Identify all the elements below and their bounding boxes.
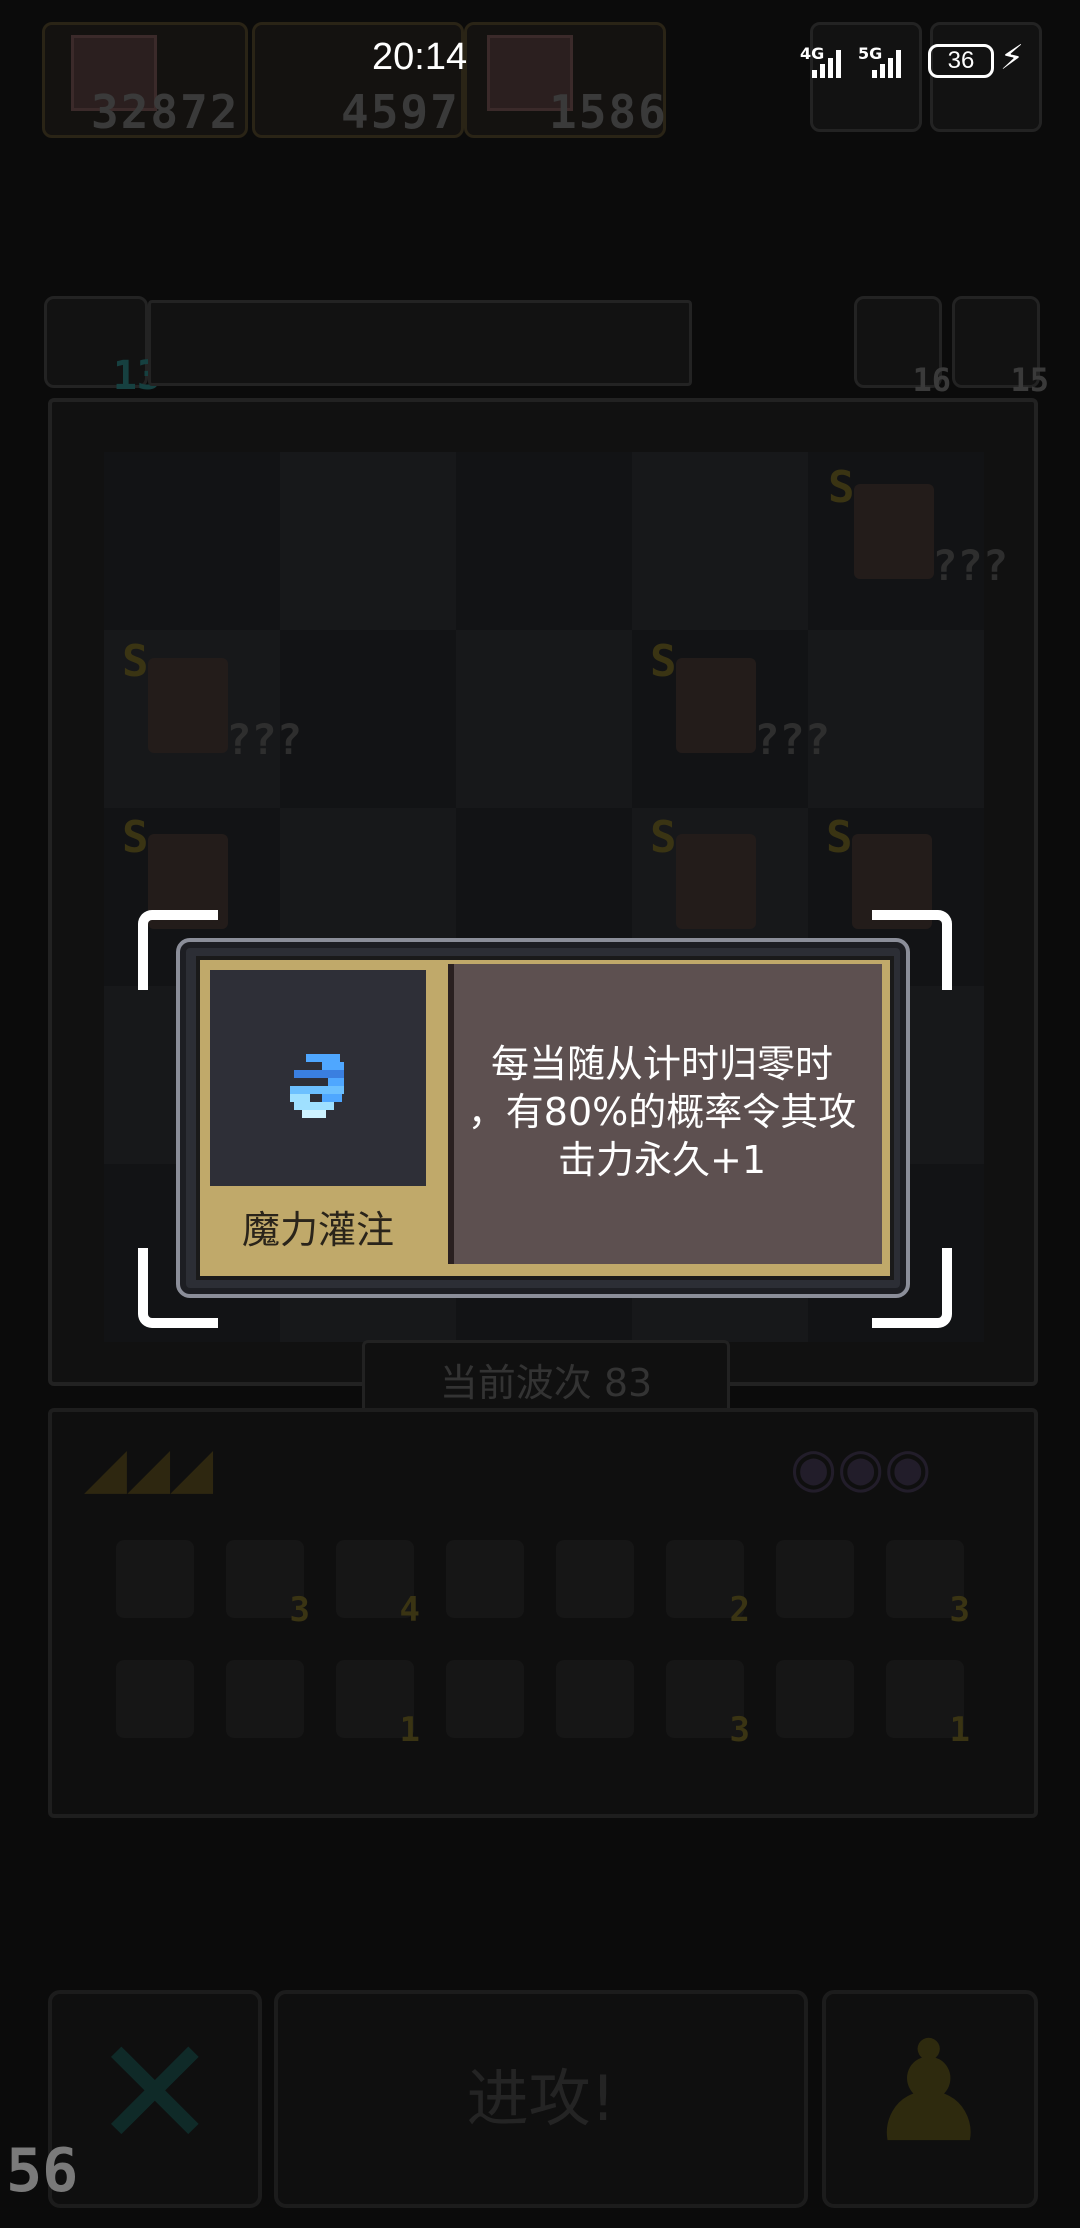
item-count: 4	[399, 1590, 420, 1630]
heart-item[interactable]: 4	[336, 1540, 420, 1630]
board-cell[interactable]	[280, 452, 456, 630]
rune-item[interactable]	[116, 1540, 194, 1618]
attack-button[interactable]: 进攻!	[274, 1990, 808, 2208]
board-cell[interactable]	[456, 452, 632, 630]
unit-rank: S	[828, 462, 855, 513]
board-unit[interactable]: S	[650, 812, 760, 932]
unit-rank: S	[826, 812, 853, 863]
hero-button[interactable]: ♟	[822, 1990, 1038, 2208]
clock: 20:14	[372, 36, 468, 78]
attack-label: 进攻!	[466, 2062, 616, 2135]
refresh-button[interactable]: 16	[854, 296, 951, 399]
description-line: 击力永久+1	[557, 1138, 767, 1182]
unit-rank: S	[122, 636, 149, 687]
board-unit[interactable]: S ???	[828, 462, 1008, 590]
board-cell[interactable]	[104, 452, 280, 630]
unit-rank: S	[122, 812, 149, 863]
description-line: 每当随从计时归零时	[490, 1042, 833, 1086]
item-count: 3	[729, 1710, 750, 1750]
charging-icon: ⚡	[1000, 38, 1024, 78]
item-count: 3	[289, 1590, 310, 1630]
unit-sprite	[676, 658, 756, 753]
mana-infusion-icon	[290, 1054, 344, 1118]
map-item[interactable]: 3	[886, 1540, 970, 1630]
item-count: 1	[949, 1710, 970, 1750]
potion-item[interactable]: 1	[336, 1660, 420, 1750]
battery-icon: 36	[928, 44, 994, 78]
board-cell[interactable]	[456, 630, 632, 808]
unit-rank: S	[650, 636, 677, 687]
mana-item[interactable]	[776, 1540, 854, 1618]
board-unit[interactable]: S ???	[122, 636, 302, 764]
pawn-icon: ♟	[866, 2011, 992, 2174]
unit-unknown: ???	[932, 541, 1008, 590]
claw-item[interactable]	[446, 1540, 524, 1618]
signal-icon	[812, 44, 848, 78]
skill-icon-slot	[210, 970, 426, 1186]
staff-item[interactable]	[226, 1660, 304, 1738]
skill-name: 魔力灌注	[241, 1208, 394, 1252]
description-line: ，有80%的概率令其攻	[467, 1090, 857, 1134]
unit-unknown: ???	[226, 715, 302, 764]
axe-item[interactable]: 2	[666, 1540, 750, 1630]
lock-count: 15	[1010, 361, 1049, 399]
unit-sprite	[148, 658, 228, 753]
unit-sprite	[676, 834, 756, 929]
crystal-item[interactable]	[116, 1660, 194, 1738]
item-count: 3	[949, 1590, 970, 1630]
deck-bar	[148, 300, 692, 386]
board-cell[interactable]	[280, 630, 456, 808]
shop-arrows: ◢◢◢	[84, 1436, 214, 1501]
close-icon: ✕	[92, 2007, 218, 2181]
refresh-count: 16	[912, 361, 951, 399]
unit-unknown: ???	[754, 715, 830, 764]
hourglass-item[interactable]: 3	[666, 1660, 750, 1750]
fire-item[interactable]	[556, 1660, 634, 1738]
item-count: 1	[399, 1710, 420, 1750]
board-unit[interactable]: S ???	[650, 636, 830, 764]
board-cell[interactable]	[808, 630, 984, 808]
orb-item[interactable]	[776, 1660, 854, 1738]
unit-rank: S	[650, 812, 677, 863]
lock-button[interactable]: 15	[952, 296, 1049, 399]
orb-slots: ◉◉◉	[790, 1436, 932, 1499]
item-count: 2	[729, 1590, 750, 1630]
board-cell[interactable]	[632, 452, 808, 630]
drop-item[interactable]	[556, 1540, 634, 1618]
unit-sprite	[854, 484, 934, 579]
scroll-item[interactable]: 3	[226, 1540, 310, 1630]
fps-counter: 56	[6, 2136, 79, 2206]
sell-button[interactable]: ✕	[48, 1990, 262, 2208]
demon-item[interactable]: 1	[886, 1660, 970, 1750]
status-bar: 20:14 4G 5G 36 ⚡	[0, 0, 1080, 120]
signal-icon	[872, 44, 908, 78]
deck-button[interactable]: 13	[44, 296, 161, 399]
arrow-item[interactable]	[446, 1660, 524, 1738]
skill-description: 每当随从计时归零时 ，有80%的概率令其攻 击力永久+1	[462, 1040, 862, 1184]
